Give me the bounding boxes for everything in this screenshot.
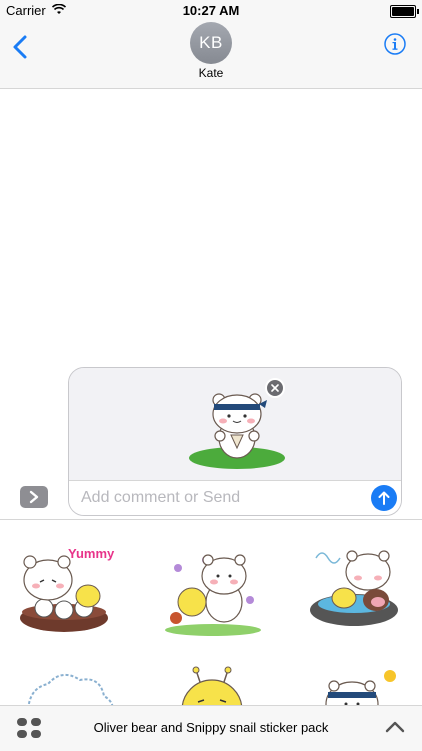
send-button[interactable]: [371, 485, 397, 511]
avatar-initials: KB: [199, 33, 223, 52]
close-icon: [271, 384, 279, 392]
chevron-right-icon: [29, 490, 39, 504]
sticker-bear-snail-flowers[interactable]: [158, 538, 268, 638]
back-chevron-icon[interactable]: [10, 32, 30, 62]
sticker-bear-sun[interactable]: [312, 664, 422, 706]
sticker-attachment-preview: [69, 368, 401, 480]
status-bar: Carrier 10:27 AM: [0, 0, 422, 22]
arrow-up-icon: [378, 491, 390, 505]
info-icon[interactable]: [384, 33, 406, 55]
sticker-snail-face[interactable]: [158, 664, 268, 706]
app-drawer-bar: Oliver bear and Snippy snail sticker pac…: [0, 705, 422, 751]
sticker-yummy-text: Yummy: [68, 546, 115, 561]
conversation-header: KB Kate: [0, 22, 422, 89]
message-composer: Add comment or Send: [68, 367, 402, 516]
comment-input[interactable]: Add comment or Send: [69, 481, 401, 515]
comment-placeholder: Add comment or Send: [81, 489, 241, 506]
expand-drawer-button[interactable]: [20, 486, 48, 508]
clock: 10:27 AM: [182, 3, 240, 18]
sticker-bear-hotspring[interactable]: [302, 538, 412, 638]
sticker-bear-cloud[interactable]: [18, 664, 128, 706]
sticker-bear-yummy[interactable]: Yummy: [14, 538, 124, 638]
sticker-pack-title: Oliver bear and Snippy snail sticker pac…: [93, 720, 329, 735]
remove-sticker-button[interactable]: [265, 378, 285, 398]
contact-avatar[interactable]: KB: [190, 22, 232, 64]
chevron-up-icon[interactable]: [384, 719, 406, 735]
app-grid-icon[interactable]: [16, 717, 42, 739]
contact-name[interactable]: Kate: [0, 66, 422, 80]
battery-icon: [390, 5, 419, 18]
sticker-drawer: Yummy: [0, 519, 422, 706]
